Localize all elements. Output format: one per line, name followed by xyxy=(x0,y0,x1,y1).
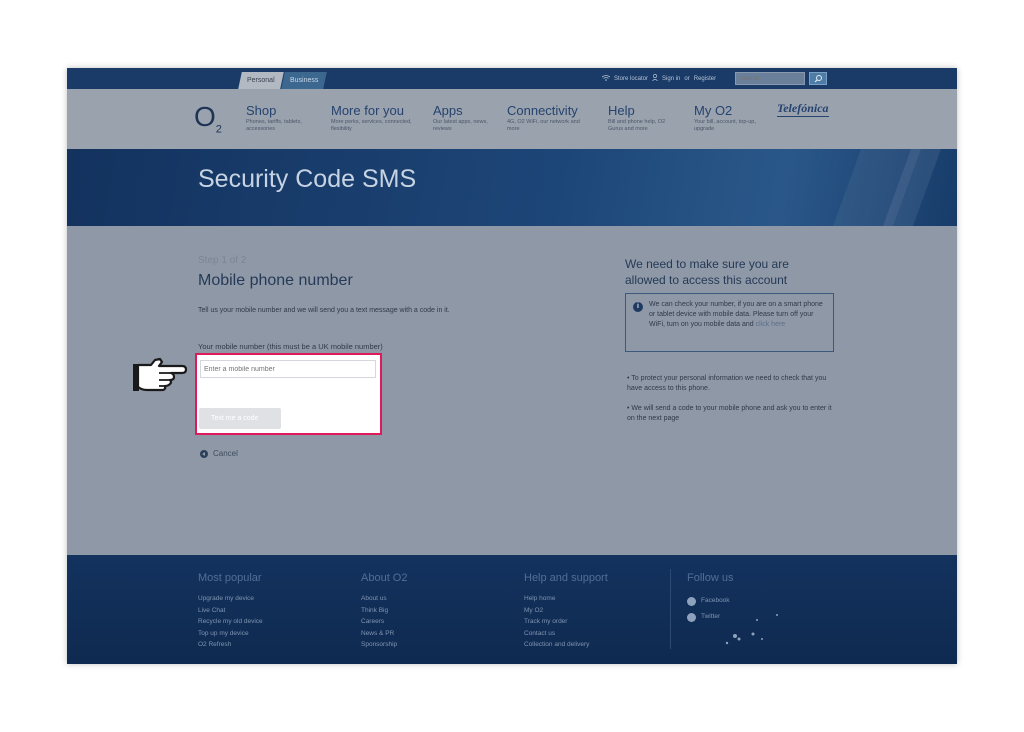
aside-bullet-text: We will send a code to your mobile phone… xyxy=(627,405,832,422)
o2-logo[interactable]: O2 xyxy=(194,101,222,136)
footer-heading: Follow us xyxy=(687,572,734,584)
footer-link[interactable]: Collection and delivery xyxy=(524,639,608,651)
footer-link[interactable]: About us xyxy=(361,593,407,605)
footer-column-most-popular: Most popular Upgrade my device Live Chat… xyxy=(198,572,263,651)
logo-subscript: 2 xyxy=(215,123,222,136)
search-input[interactable] xyxy=(735,72,805,85)
aside-bullet: • To protect your personal information w… xyxy=(627,375,827,392)
form-intro: Tell us your mobile number and we will s… xyxy=(198,307,450,314)
wifi-icon xyxy=(601,74,611,83)
footer-link[interactable]: Help home xyxy=(524,593,608,605)
page-hero: Security Code SMS xyxy=(67,149,957,226)
tab-personal[interactable]: Personal xyxy=(238,72,284,89)
footer-heading: About O2 xyxy=(361,572,408,584)
footer-link[interactable]: Think Big xyxy=(361,605,407,617)
mobile-number-label: Your mobile number (this must be a UK mo… xyxy=(198,342,383,351)
form-title: Mobile phone number xyxy=(198,272,353,289)
tab-business-label: Business xyxy=(290,77,319,84)
footer-link[interactable]: Careers xyxy=(361,616,407,628)
footer-link[interactable]: Track my order xyxy=(524,616,608,628)
search-button[interactable] xyxy=(809,72,827,85)
footer-column-about-o2: About O2 About us Think Big Careers News… xyxy=(361,572,407,651)
footer-link[interactable]: Recycle my old device xyxy=(198,616,263,628)
bird-decoration-icon xyxy=(717,610,787,655)
footer-link[interactable]: Top up my device xyxy=(198,628,263,640)
nav-item-title: More for you xyxy=(331,103,404,118)
aside-title: We need to make sure you are allowed to … xyxy=(625,257,789,287)
nav-item-help[interactable]: Help Bill and phone help, O2 Gurus and m… xyxy=(608,103,674,133)
nav-item-shop[interactable]: Shop Phones, tariffs, tablets, accessori… xyxy=(246,103,328,133)
sign-in-link[interactable]: Sign in xyxy=(662,76,680,82)
aside-bullet: • We will send a code to your mobile pho… xyxy=(627,405,832,422)
logo-text: O xyxy=(194,101,216,132)
utility-links: Store locator Sign in or Register xyxy=(601,74,716,83)
nav-item-title: Connectivity xyxy=(507,103,578,118)
nav-item-desc: Our latest apps, news, reviews xyxy=(433,119,488,132)
footer-column-help-and-support: Help and support Help home My O2 Track m… xyxy=(524,572,608,651)
or-text: or xyxy=(684,75,690,82)
info-text: We can check your number, if you are on … xyxy=(649,300,827,330)
footer-link[interactable]: My O2 xyxy=(524,605,608,617)
page-footer: Most popular Upgrade my device Live Chat… xyxy=(67,555,957,664)
footer-divider xyxy=(670,569,671,649)
nav-item-desc: Your bill, account, top-up, upgrade xyxy=(694,119,756,132)
nav-item-desc: Phones, tariffs, tablets, accessories xyxy=(246,119,302,132)
nav-item-desc: 4G, O2 WiFi, our network and more xyxy=(507,119,580,132)
footer-link[interactable]: Contact us xyxy=(524,628,608,640)
nav-item-title: My O2 xyxy=(694,103,733,118)
cancel-link[interactable]: Cancel xyxy=(200,449,238,458)
facebook-label: Facebook xyxy=(701,597,730,604)
main-navigation: O2 Shop Phones, tariffs, tablets, access… xyxy=(67,89,957,149)
click-here-link[interactable]: click here xyxy=(756,321,786,328)
nav-item-connectivity[interactable]: Connectivity 4G, O2 WiFi, our network an… xyxy=(507,103,589,133)
pointing-hand-icon xyxy=(133,351,189,398)
footer-link[interactable]: Sponsorship xyxy=(361,639,407,651)
footer-link[interactable]: Live Chat xyxy=(198,605,263,617)
info-body: We can check your number, if you are on … xyxy=(649,301,823,328)
info-icon: i xyxy=(633,302,643,312)
nav-item-desc: Bill and phone help, O2 Gurus and more xyxy=(608,119,666,132)
page-title: Security Code SMS xyxy=(198,165,417,193)
aside-bullet-text: To protect your personal information we … xyxy=(627,375,827,392)
footer-heading: Help and support xyxy=(524,572,608,584)
main-content: Step 1 of 2 Mobile phone number Tell us … xyxy=(67,226,957,555)
tab-personal-label: Personal xyxy=(247,77,275,84)
nav-item-title: Help xyxy=(608,103,635,118)
step-indicator: Step 1 of 2 xyxy=(198,255,247,266)
nav-item-title: Apps xyxy=(433,103,463,118)
user-icon xyxy=(652,74,658,83)
telefonica-logo[interactable]: Telefónica xyxy=(777,101,829,117)
store-locator-link[interactable]: Store locator xyxy=(614,76,648,82)
register-link[interactable]: Register xyxy=(694,76,716,82)
nav-item-more-for-you[interactable]: More for you More perks, services, conne… xyxy=(331,103,413,133)
footer-link[interactable]: News & PR xyxy=(361,628,407,640)
footer-heading: Most popular xyxy=(198,572,262,584)
utility-bar: Personal Business Store locator Sign in … xyxy=(67,68,957,89)
footer-link[interactable]: Upgrade my device xyxy=(198,593,263,605)
back-arrow-icon xyxy=(200,449,208,458)
nav-item-desc: More perks, services, connected, flexibi… xyxy=(331,119,412,132)
nav-item-apps[interactable]: Apps Our latest apps, news, reviews xyxy=(433,103,488,133)
twitter-icon xyxy=(687,612,696,622)
footer-link[interactable]: O2 Refresh xyxy=(198,639,263,651)
facebook-icon xyxy=(687,596,696,606)
text-me-a-code-button[interactable]: Text me a code xyxy=(199,408,281,429)
cancel-label: Cancel xyxy=(213,449,238,458)
nav-item-title: Shop xyxy=(246,103,277,118)
browser-screenshot: Personal Business Store locator Sign in … xyxy=(67,68,957,664)
facebook-link[interactable]: Facebook xyxy=(687,593,733,609)
mobile-number-input[interactable] xyxy=(200,360,376,378)
tab-business[interactable]: Business xyxy=(281,72,328,89)
nav-item-my-o2[interactable]: My O2 Your bill, account, top-up, upgrad… xyxy=(694,103,756,133)
info-box: i We can check your number, if you are o… xyxy=(625,293,834,352)
